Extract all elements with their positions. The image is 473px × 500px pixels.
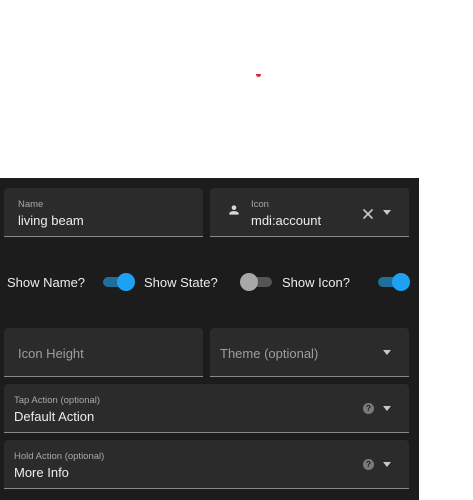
tap-action-label: Tap Action (optional)	[14, 395, 101, 406]
theme-placeholder: Theme (optional)	[220, 346, 319, 361]
close-icon[interactable]	[362, 207, 374, 220]
chevron-down-icon[interactable]	[383, 462, 391, 467]
chevron-down-icon[interactable]	[383, 406, 391, 411]
icon-height-field[interactable]: Icon Height	[4, 328, 203, 377]
chevron-down-icon[interactable]	[383, 210, 391, 215]
tap-action-value: Default Action	[14, 409, 95, 424]
tap-action-select[interactable]: Tap Action (optional) Default Action ?	[4, 384, 409, 433]
show-name-toggle[interactable]	[103, 272, 135, 292]
chevron-down-icon[interactable]	[383, 350, 391, 355]
card-editor-panel: Name living beam Icon mdi:account Show N…	[0, 178, 419, 500]
help-icon[interactable]: ?	[363, 459, 374, 470]
show-icon-label: Show Icon?	[282, 275, 350, 290]
account-icon	[227, 203, 241, 217]
loading-indicator	[256, 74, 261, 77]
show-icon-toggle[interactable]	[378, 272, 410, 292]
name-field-value: living beam	[18, 213, 84, 228]
show-state-label: Show State?	[144, 275, 218, 290]
show-name-label: Show Name?	[7, 275, 86, 290]
name-field-label: Name	[18, 199, 44, 210]
icon-field-label: Icon	[251, 199, 269, 210]
help-icon[interactable]: ?	[363, 403, 374, 414]
show-state-toggle[interactable]	[240, 272, 272, 292]
icon-height-placeholder: Icon Height	[18, 346, 84, 361]
icon-field-value: mdi:account	[251, 213, 322, 228]
hold-action-select[interactable]: Hold Action (optional) More Info ?	[4, 440, 409, 489]
name-field[interactable]: Name living beam	[4, 188, 203, 237]
icon-picker-field[interactable]: Icon mdi:account	[210, 188, 409, 237]
theme-select[interactable]: Theme (optional)	[210, 328, 409, 377]
hold-action-value: More Info	[14, 465, 69, 480]
hold-action-label: Hold Action (optional)	[14, 451, 105, 462]
